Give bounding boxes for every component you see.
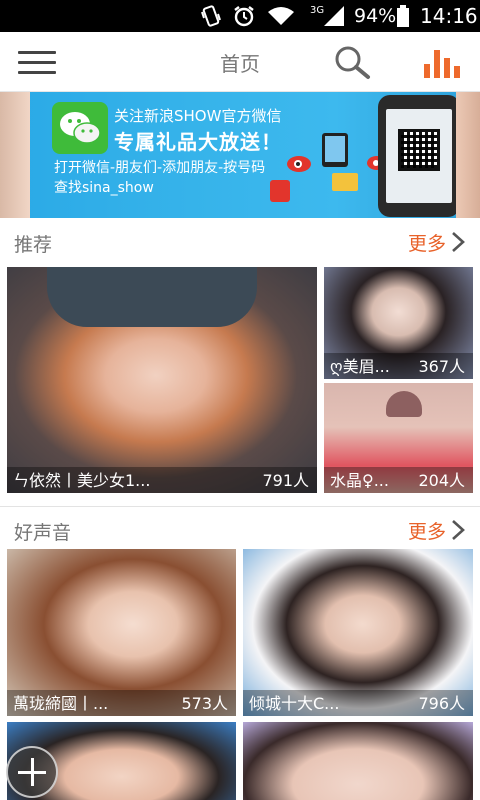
viewer-count: 573人: [181, 694, 228, 713]
tile-name: ღ美眉...: [330, 357, 390, 376]
chevron-right-icon: [452, 232, 465, 252]
stream-tile[interactable]: [243, 722, 473, 800]
banner-text-2: 专属礼品大放送！: [114, 130, 282, 154]
section-header-good-voice: 好声音 更多: [0, 508, 480, 552]
tile-name: ㄣ依然丨美少女1...: [13, 471, 151, 490]
wifi-icon: [266, 0, 296, 32]
alarm-icon: [232, 0, 256, 32]
menu-button[interactable]: [18, 49, 56, 77]
clock: 14:16: [420, 4, 478, 28]
section-title: 推荐: [14, 234, 53, 256]
battery-percent: 94%: [354, 5, 397, 27]
signal-icon: [322, 0, 346, 32]
top-bar: 首页: [0, 32, 480, 92]
page-title: 首页: [220, 52, 260, 76]
ranking-button[interactable]: [420, 44, 464, 80]
section-header-recommended: 推荐 更多: [0, 220, 480, 264]
stream-tile[interactable]: 水晶♀... 204人: [324, 383, 473, 493]
tile-name: 倾城十大C...: [249, 694, 340, 713]
tile-name: 萬珑締國丨...: [13, 694, 109, 713]
bar-chart-icon: [424, 50, 460, 78]
more-label: 更多: [407, 520, 446, 543]
stream-tile[interactable]: ღ美眉... 367人: [324, 267, 473, 379]
viewer-count: 791人: [262, 471, 309, 490]
banner-text-3: 打开微信-朋友们-添加朋友-按号码: [54, 160, 266, 176]
status-bar: 3G 94% 14:16: [0, 0, 480, 32]
phone-illustration: [378, 95, 460, 217]
more-button-recommended[interactable]: 更多: [408, 226, 466, 258]
add-button[interactable]: [6, 746, 58, 798]
vibrate-icon: [200, 0, 222, 32]
battery-icon: [396, 0, 410, 32]
search-button[interactable]: [332, 44, 372, 80]
tablet-icon: [322, 133, 348, 167]
more-label: 更多: [407, 232, 446, 255]
banner-text-4: 查找sina_show: [54, 180, 154, 196]
viewer-count: 796人: [418, 694, 465, 713]
folder-icon: [332, 173, 358, 191]
more-button-good-voice[interactable]: 更多: [408, 514, 466, 546]
tile-name: 水晶♀...: [330, 471, 389, 490]
weibo-icon: [286, 150, 314, 178]
stream-tile[interactable]: ㄣ依然丨美少女1... 791人: [7, 267, 317, 493]
chevron-right-icon: [452, 520, 465, 540]
section-title: 好声音: [14, 522, 72, 544]
divider: [0, 506, 480, 507]
qr-code-icon: [398, 129, 440, 171]
viewer-count: 204人: [418, 471, 465, 490]
viewer-count: 367人: [418, 357, 465, 376]
gift-icon: [270, 180, 290, 202]
stream-tile[interactable]: 倾城十大C... 796人: [243, 549, 473, 716]
banner-text-1: 关注新浪SHOW官方微信: [114, 107, 282, 125]
menu-icon: [18, 51, 56, 54]
stream-tile[interactable]: 萬珑締國丨... 573人: [7, 549, 236, 716]
search-icon: [335, 46, 370, 79]
wechat-logo-icon: [52, 102, 108, 158]
